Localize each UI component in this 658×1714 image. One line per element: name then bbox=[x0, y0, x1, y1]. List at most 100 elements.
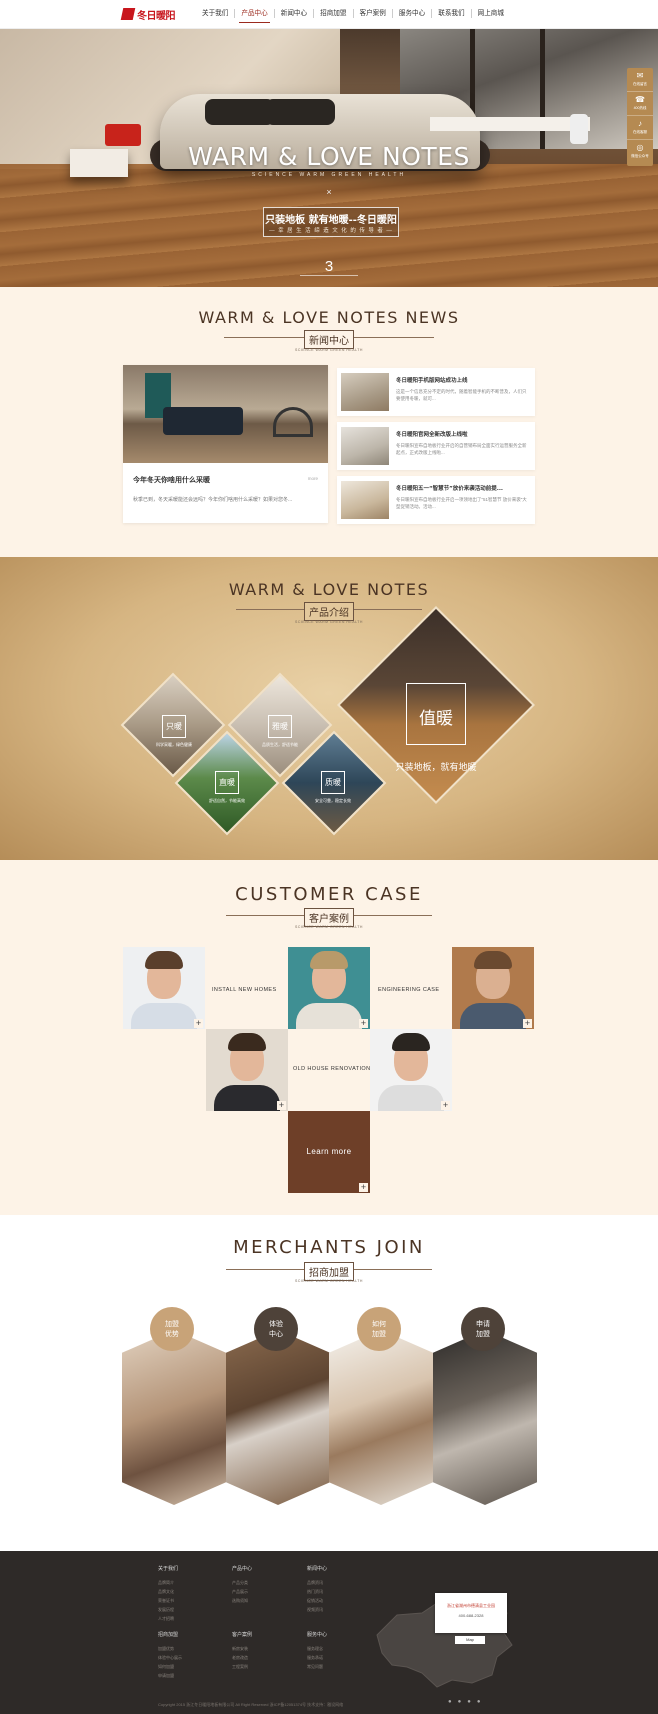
nav-item-join[interactable]: 招商加盟 bbox=[314, 9, 354, 18]
customer-photo[interactable]: + bbox=[123, 947, 205, 1029]
mobile-icon[interactable]: ● bbox=[477, 1699, 487, 1705]
footer-link[interactable]: 品牌资讯 bbox=[307, 1578, 327, 1587]
footer-column-cases: 客户案例 新房安装 老房改造 工程案例 bbox=[232, 1631, 252, 1671]
plus-icon[interactable]: + bbox=[359, 1019, 368, 1028]
news-item-title[interactable]: 冬日暖阳官网全新改版上线啦 bbox=[396, 430, 468, 438]
merchant-bubble-advantage[interactable]: 加盟 优势 bbox=[150, 1307, 194, 1351]
footer-link[interactable]: 服务理念 bbox=[307, 1644, 327, 1653]
map-button[interactable]: Map bbox=[455, 1636, 485, 1644]
image-chair bbox=[273, 407, 313, 437]
plus-icon[interactable]: + bbox=[359, 1183, 368, 1192]
sidebar-item-online-service[interactable]: ♪ 在线客服 bbox=[627, 116, 653, 140]
nav-item-service[interactable]: 服务中心 bbox=[393, 9, 433, 18]
map-card-address: 浙江省湖州市德清县工业园 bbox=[447, 1603, 495, 1608]
news-more-link[interactable]: more bbox=[308, 476, 318, 481]
logo-text: 冬日暖阳 bbox=[137, 11, 176, 22]
products-section: WARM & LOVE NOTES 产品介绍 SCIENCE WARM GREE… bbox=[0, 557, 658, 860]
footer-column-head[interactable]: 产品中心 bbox=[232, 1565, 252, 1572]
nav-item-news[interactable]: 新闻中心 bbox=[275, 9, 315, 18]
footer-link[interactable]: 发展历程 bbox=[158, 1605, 178, 1614]
footer-link[interactable]: 加盟优势 bbox=[158, 1644, 182, 1653]
weibo-icon[interactable]: ● bbox=[448, 1699, 458, 1705]
sidebar-item-wechat[interactable]: ◎ 微信公众号 bbox=[627, 140, 653, 164]
floating-sidebar: ✉ 在线留言 ☎ 400热线 ♪ 在线客服 ◎ 微信公众号 bbox=[627, 68, 653, 166]
nav-item-contact[interactable]: 联系我们 bbox=[432, 9, 472, 18]
plus-icon[interactable]: + bbox=[277, 1101, 286, 1110]
footer-column-news: 新闻中心 品牌资讯 热门资讯 促销活动 视频资讯 bbox=[307, 1565, 327, 1614]
news-title: WARM & LOVE NOTES NEWS bbox=[198, 308, 460, 327]
footer-link[interactable]: 常见问题 bbox=[307, 1662, 327, 1671]
footer-link[interactable]: 品牌简介 bbox=[158, 1578, 178, 1587]
portrait-hair bbox=[228, 1033, 266, 1051]
news-list-item[interactable]: 冬日暖阳手机版网站成功上线 这是一个信息充分不定的时代，随着智能手机的不断普及，… bbox=[337, 368, 535, 416]
news-item-desc: 冬日暖阳宣布自地板行业开启的自营销布局全面实行运营服务全新起点，正式改版上线啦.… bbox=[396, 443, 527, 455]
merchant-tile-how[interactable] bbox=[329, 1330, 433, 1505]
footer-link[interactable]: 体验中心展示 bbox=[158, 1653, 182, 1662]
news-item-desc: 这是一个信息充分不定的时代，随着智能手机的不断普及，人们只要使用冬暖，就可... bbox=[396, 389, 527, 401]
footer-link[interactable]: 产品分类 bbox=[232, 1578, 252, 1587]
nav-item-products[interactable]: 产品中心 bbox=[235, 9, 275, 23]
plus-icon[interactable]: + bbox=[441, 1101, 450, 1110]
footer-link[interactable]: 服务承诺 bbox=[307, 1653, 327, 1662]
merchant-tile-experience[interactable] bbox=[226, 1330, 330, 1505]
news-list-item[interactable]: 冬日暖阳官网全新改版上线啦 冬日暖阳宣布自地板行业开启的自营销布局全面实行运营服… bbox=[337, 422, 535, 470]
footer-column-head[interactable]: 客户案例 bbox=[232, 1631, 252, 1638]
bubble-line: 如何 bbox=[372, 1320, 386, 1328]
product-name: 值暖 bbox=[419, 709, 453, 729]
merchant-bubble-experience[interactable]: 体验 中心 bbox=[254, 1307, 298, 1351]
slide-number[interactable]: 3 bbox=[0, 258, 658, 275]
footer-link[interactable]: 申请加盟 bbox=[158, 1671, 182, 1680]
merchant-tile-apply[interactable] bbox=[433, 1330, 537, 1505]
footer-link[interactable]: 品牌文化 bbox=[158, 1587, 178, 1596]
sidebar-item-message[interactable]: ✉ 在线留言 bbox=[627, 68, 653, 92]
hero-slogan-main: 只装地板 就有地暖--冬日暖阳 bbox=[265, 215, 397, 226]
portrait-hair bbox=[474, 951, 512, 969]
footer-link[interactable]: 产品展示 bbox=[232, 1587, 252, 1596]
news-item-title[interactable]: 冬日暖阳五一“智慧节”放价来袭活动前提... bbox=[396, 484, 503, 492]
footer-column-head[interactable]: 关于我们 bbox=[158, 1565, 178, 1572]
news-featured-card[interactable]: 今年冬天你啥用什么采暖 more 秋季已到，冬天采暖能还会远吗？今年你们啥用什么… bbox=[123, 365, 328, 523]
customer-photo[interactable]: + bbox=[452, 947, 534, 1029]
footer-link[interactable]: 热门资讯 bbox=[307, 1587, 327, 1596]
news-list-item[interactable]: 冬日暖阳五一“智慧节”放价来袭活动前提... 冬日暖阳宣布自地板行业开启一项领地… bbox=[337, 476, 535, 524]
footer-link[interactable]: 新房安装 bbox=[232, 1644, 252, 1653]
merchant-bubble-apply[interactable]: 申请 加盟 bbox=[461, 1307, 505, 1351]
case-label-new-homes[interactable]: INSTALL NEW HOMES bbox=[212, 987, 277, 993]
footer-link[interactable]: 促销活动 bbox=[307, 1596, 327, 1605]
case-label-engineering[interactable]: ENGINEERING CASE bbox=[378, 987, 439, 993]
nav-item-cases[interactable]: 客户案例 bbox=[354, 9, 393, 18]
merchants-title: MERCHANTS JOIN bbox=[233, 1237, 425, 1258]
product-desc: 科学采暖，绿色健康 bbox=[156, 742, 192, 747]
footer-column-head[interactable]: 服务中心 bbox=[307, 1631, 327, 1638]
learn-more-button[interactable]: Learn more + bbox=[288, 1111, 370, 1193]
footer-column-head[interactable]: 招商加盟 bbox=[158, 1631, 182, 1638]
logo[interactable]: 冬日暖阳 bbox=[120, 7, 176, 23]
sidebar-item-hotline[interactable]: ☎ 400热线 bbox=[627, 92, 653, 116]
footer-link[interactable]: 选购须知 bbox=[232, 1596, 252, 1605]
wechat-icon[interactable]: ● bbox=[458, 1699, 468, 1705]
news-featured-title[interactable]: 今年冬天你啥用什么采暖 bbox=[133, 475, 210, 485]
footer-link[interactable]: 荣誉证书 bbox=[158, 1596, 178, 1605]
nav-item-shop[interactable]: 网上商城 bbox=[472, 9, 510, 18]
news-item-title[interactable]: 冬日暖阳手机版网站成功上线 bbox=[396, 376, 468, 384]
case-label-renovation[interactable]: OLD HOUSE RENOVATION bbox=[293, 1066, 370, 1072]
hero-banner[interactable]: WARM & LOVE NOTES SCIENCE WARM GREEN HEA… bbox=[0, 29, 658, 287]
customer-title: CUSTOMER CASE bbox=[235, 884, 423, 905]
footer-link[interactable]: 老房改造 bbox=[232, 1653, 252, 1662]
footer-link[interactable]: 人才招聘 bbox=[158, 1614, 178, 1623]
customer-photo[interactable]: + bbox=[370, 1029, 452, 1111]
footer-link[interactable]: 如何加盟 bbox=[158, 1662, 182, 1671]
qq-icon[interactable]: ● bbox=[467, 1699, 477, 1705]
footer-social-icons: ●●●● bbox=[448, 1699, 508, 1709]
customer-photo[interactable]: + bbox=[206, 1029, 288, 1111]
footer-column-head[interactable]: 新闻中心 bbox=[307, 1565, 327, 1572]
merchant-tile-advantage[interactable] bbox=[122, 1330, 226, 1505]
footer-link[interactable]: 视频资讯 bbox=[307, 1605, 327, 1614]
phone-icon: ☎ bbox=[635, 95, 645, 104]
customer-photo[interactable]: + bbox=[288, 947, 370, 1029]
footer-link[interactable]: 工程案例 bbox=[232, 1662, 252, 1671]
merchant-bubble-how[interactable]: 如何 加盟 bbox=[357, 1307, 401, 1351]
plus-icon[interactable]: + bbox=[523, 1019, 532, 1028]
plus-icon[interactable]: + bbox=[194, 1019, 203, 1028]
nav-item-about[interactable]: 关于我们 bbox=[196, 9, 236, 18]
